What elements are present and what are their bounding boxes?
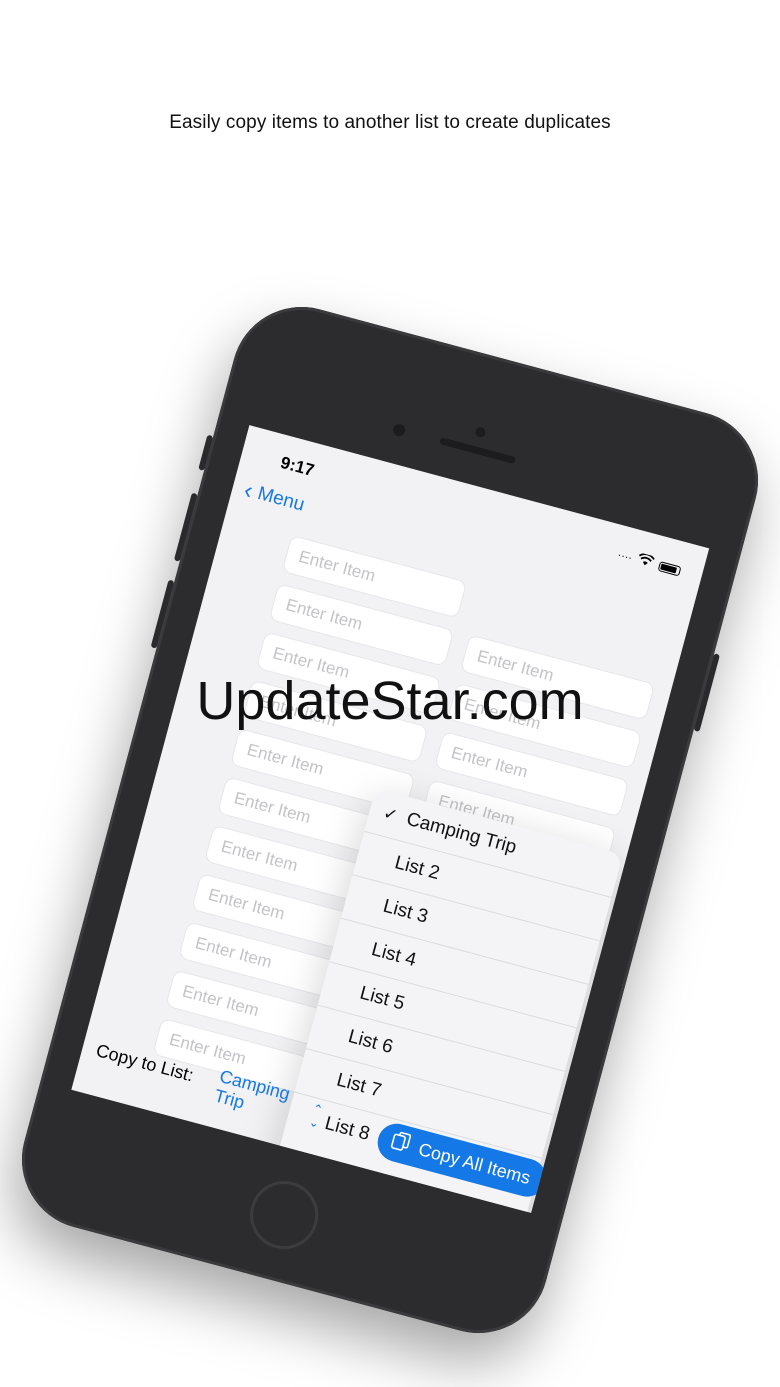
front-camera bbox=[391, 422, 407, 438]
status-time: 9:17 bbox=[278, 452, 317, 481]
wifi-icon bbox=[636, 553, 655, 572]
menu-item-label: List 4 bbox=[369, 939, 419, 972]
menu-item-label: List 6 bbox=[345, 1026, 396, 1059]
volume-up-button bbox=[173, 492, 198, 562]
mute-switch bbox=[198, 434, 214, 471]
caption: Easily copy items to another list to cre… bbox=[169, 112, 611, 133]
menu-item-label: List 3 bbox=[380, 895, 431, 928]
back-label: Menu bbox=[255, 483, 307, 516]
copy-document-icon bbox=[389, 1129, 413, 1158]
menu-item-label: List 8 bbox=[322, 1112, 372, 1145]
camera-dot bbox=[474, 426, 487, 439]
earpiece-speaker bbox=[439, 437, 517, 465]
volume-down-button bbox=[150, 579, 175, 649]
back-button[interactable]: ‹ Menu bbox=[241, 476, 307, 517]
battery-icon bbox=[657, 560, 682, 576]
back-chevron-icon: ‹ bbox=[241, 476, 256, 505]
home-button[interactable] bbox=[242, 1173, 326, 1257]
menu-item-label: List 2 bbox=[392, 852, 442, 885]
menu-item-label: List 7 bbox=[334, 1069, 384, 1102]
phone-frame: 9:17 ···· ‹ Menu Enter Item Enter Item E… bbox=[6, 291, 774, 1349]
app-screen: 9:17 ···· ‹ Menu Enter Item Enter Item E… bbox=[71, 425, 710, 1213]
menu-item-label: List 5 bbox=[357, 982, 407, 1015]
signal-dots-icon: ···· bbox=[616, 548, 634, 565]
status-icons: ···· bbox=[616, 547, 682, 578]
checkmark-icon: ✓ bbox=[381, 803, 400, 826]
watermark: UpdateStar.com bbox=[196, 671, 584, 731]
